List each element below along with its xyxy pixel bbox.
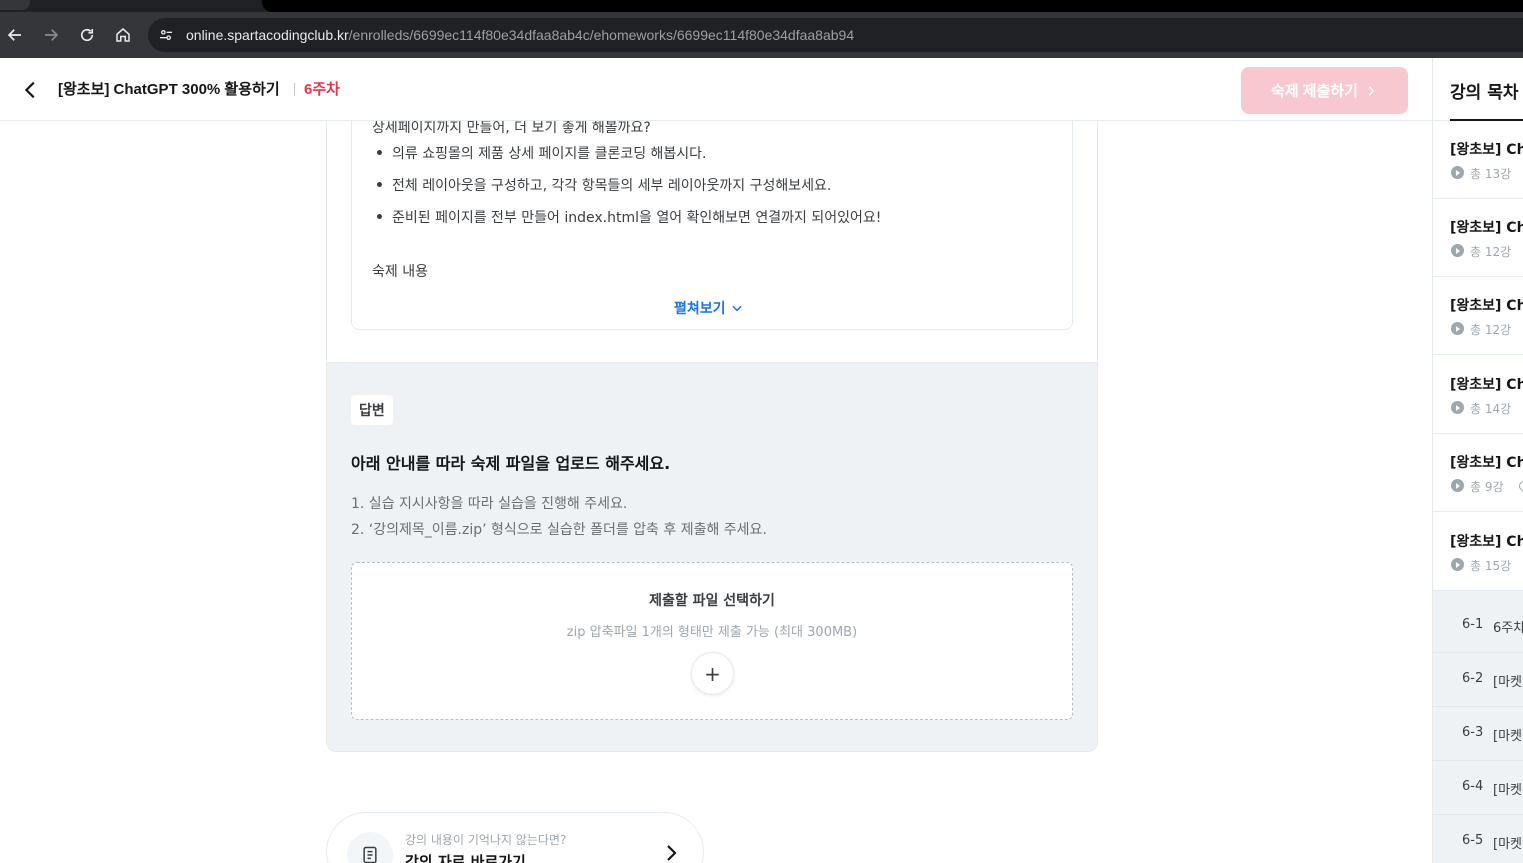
dropzone-subtitle: zip 압축파일 1개의 형태만 제출 가능 (최대 300MB) bbox=[566, 625, 858, 640]
browser-tabstrip bbox=[0, 0, 1523, 12]
sidebar-lecture-item[interactable]: 6-1 6주차 bbox=[1433, 599, 1523, 653]
homework-card: 상세페이지까지 만들어, 더 보기 좋게 해볼까요? 의류 쇼핑몰의 제품 상세… bbox=[326, 100, 1098, 752]
lecture-number: 6-3 bbox=[1462, 725, 1484, 740]
chevron-right-icon bbox=[667, 845, 677, 861]
back-arrow-icon[interactable] bbox=[0, 17, 33, 53]
lecture-title: [마켓 bbox=[1493, 729, 1522, 744]
lecture-count: 총 14강 bbox=[1470, 402, 1512, 416]
back-button[interactable] bbox=[18, 77, 44, 103]
tabstrip-background bbox=[262, 0, 1523, 12]
chevron-down-icon bbox=[731, 305, 742, 312]
reload-icon[interactable] bbox=[69, 17, 105, 53]
sidebar-lecture-item[interactable]: 6-2 [마켓 bbox=[1433, 653, 1523, 707]
title-divider bbox=[294, 83, 295, 96]
play-icon bbox=[1451, 558, 1464, 571]
week-name: [왕초보] Ch bbox=[1450, 534, 1523, 550]
week-name: [왕초보] Ch bbox=[1450, 298, 1523, 314]
chevron-left-icon bbox=[24, 81, 35, 99]
lecture-title: [마켓 bbox=[1493, 675, 1522, 690]
lecture-link-subtitle: 강의 내용이 기억나지 않는다면? bbox=[405, 833, 567, 847]
lecture-title: 6주차 bbox=[1493, 621, 1523, 636]
lecture-title: [마켓 bbox=[1493, 783, 1522, 798]
week-name: [왕초보] Ch bbox=[1450, 142, 1523, 158]
sidebar-lecture-item[interactable]: 6-3 [마켓 bbox=[1433, 707, 1523, 761]
sidebar-lecture-item[interactable]: 6-4 [마켓 bbox=[1433, 761, 1523, 815]
lecture-count: 총 12강 bbox=[1470, 323, 1512, 337]
question-bullet: 전체 레이아웃을 구성하고, 각각 항목들의 세부 레이아웃까지 구성해보세요. bbox=[392, 178, 832, 194]
add-file-button[interactable]: + bbox=[691, 652, 734, 695]
sidebar-week-item[interactable]: [왕초보] Ch 총 12강 bbox=[1433, 277, 1523, 355]
file-dropzone[interactable]: 제출할 파일 선택하기 zip 압축파일 1개의 형태만 제출 가능 (최대 3… bbox=[351, 562, 1073, 720]
lecture-number: 6-4 bbox=[1462, 779, 1484, 794]
question-bullet: 준비된 페이지를 전부 만들어 index.html을 열어 확인해보면 연결까… bbox=[392, 210, 882, 226]
answer-badge: 답변 bbox=[351, 395, 393, 425]
question-box: 상세페이지까지 만들어, 더 보기 좋게 해볼까요? 의류 쇼핑몰의 제품 상세… bbox=[351, 101, 1073, 330]
address-bar[interactable]: online.spartacodingclub.kr/enrolleds/669… bbox=[148, 18, 1523, 52]
week-name: [왕초보] Ch bbox=[1450, 455, 1523, 471]
sidebar-week-item[interactable]: [왕초보] Ch 총 13강 bbox=[1433, 121, 1523, 199]
answer-section: 답변 아래 안내를 따라 숙제 파일을 업로드 해주세요. 1. 실습 지시사항… bbox=[327, 362, 1097, 751]
sidebar-sublist: 6-1 6주차 6-2 [마켓 6-3 [마켓 6-4 [마켓 6-5 [마켓 bbox=[1433, 591, 1523, 863]
lecture-title: [마켓 bbox=[1493, 837, 1522, 852]
lecture-count: 총 15강 bbox=[1470, 559, 1512, 573]
sidebar-week-item[interactable]: [왕초보] Ch 총 9강 bbox=[1433, 434, 1523, 512]
lecture-number: 6-5 bbox=[1462, 833, 1484, 848]
instruction-item: 2. ‘강의제목_이름.zip’ 형식으로 실습한 폴더를 압축 후 제출해 주… bbox=[351, 522, 767, 538]
lecture-count: 총 12강 bbox=[1470, 245, 1512, 259]
expand-label: 펼쳐보기 bbox=[674, 301, 726, 317]
forward-arrow-icon[interactable] bbox=[33, 17, 69, 53]
sidebar-week-item[interactable]: [왕초보] Ch 총 14강 bbox=[1433, 356, 1523, 434]
submit-label: 숙제 제출하기 bbox=[1271, 83, 1358, 100]
play-icon bbox=[1451, 244, 1464, 257]
progress-dot bbox=[1519, 481, 1523, 491]
page-header: [왕초보] ChatGPT 300% 활용하기 6주차 숙제 제출하기 bbox=[0, 58, 1432, 121]
expand-button[interactable]: 펼쳐보기 bbox=[674, 298, 744, 318]
url-text[interactable]: online.spartacodingclub.kr/enrolleds/669… bbox=[186, 27, 854, 43]
play-icon bbox=[1451, 401, 1464, 414]
instruction-item: 1. 실습 지시사항을 따라 실습을 진행해 주세요. bbox=[351, 496, 628, 512]
bullet-dot bbox=[377, 150, 382, 155]
lecture-count: 총 9강 bbox=[1470, 480, 1504, 494]
play-icon bbox=[1451, 479, 1464, 492]
document-icon bbox=[347, 832, 393, 863]
home-icon[interactable] bbox=[105, 17, 141, 53]
dropzone-title: 제출할 파일 선택하기 bbox=[649, 593, 775, 609]
sidebar-title: 강의 목차 bbox=[1450, 83, 1519, 103]
curriculum-sidebar: 강의 목차 [왕초보] Ch 총 13강 [왕초보] Ch 총 12강 [왕초보… bbox=[1432, 58, 1523, 863]
lecture-material-link[interactable]: 강의 내용이 기억나지 않는다면? 강의 자료 바로가기 bbox=[326, 812, 704, 863]
answer-heading: 아래 안내를 따라 숙제 파일을 업로드 해주세요. bbox=[351, 454, 671, 473]
site-settings-icon[interactable] bbox=[150, 19, 182, 51]
question-bullet: 의류 쇼핑몰의 제품 상세 페이지를 클론코딩 해봅시다. bbox=[392, 146, 707, 162]
bullet-dot bbox=[377, 182, 382, 187]
week-name: [왕초보] Ch bbox=[1450, 377, 1523, 393]
bullet-dot bbox=[377, 214, 382, 219]
course-title: [왕초보] ChatGPT 300% 활용하기 bbox=[58, 81, 280, 98]
play-icon bbox=[1451, 322, 1464, 335]
chevron-right-icon bbox=[1368, 85, 1375, 96]
sidebar-lecture-item[interactable]: 6-5 [마켓 bbox=[1433, 815, 1523, 863]
week-name: [왕초보] Ch bbox=[1450, 220, 1523, 236]
submit-homework-button[interactable]: 숙제 제출하기 bbox=[1241, 67, 1408, 114]
homework-content-title: 숙제 내용 bbox=[372, 264, 428, 280]
plus-icon: + bbox=[704, 661, 721, 686]
lecture-number: 6-2 bbox=[1462, 671, 1484, 686]
week-label: 6주차 bbox=[304, 81, 340, 98]
lecture-number: 6-1 bbox=[1462, 617, 1484, 632]
sidebar-week-item[interactable]: [왕초보] Ch 총 12강 bbox=[1433, 199, 1523, 277]
lecture-count: 총 13강 bbox=[1470, 167, 1512, 181]
lecture-link-title: 강의 자료 바로가기 bbox=[405, 853, 526, 863]
browser-toolbar: online.spartacodingclub.kr/enrolleds/669… bbox=[0, 12, 1523, 58]
browser-tab[interactable] bbox=[0, 0, 30, 10]
sidebar-week-item[interactable]: [왕초보] Ch 총 15강 bbox=[1433, 513, 1523, 591]
play-icon bbox=[1451, 166, 1464, 179]
